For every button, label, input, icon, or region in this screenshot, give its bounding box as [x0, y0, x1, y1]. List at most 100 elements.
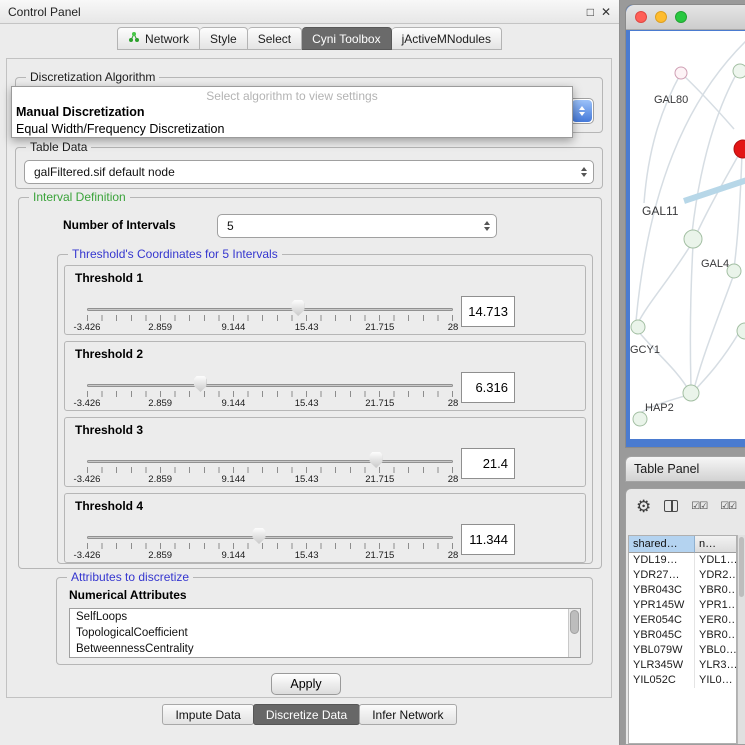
cell: YIL0…	[695, 673, 736, 688]
threshold-label: Threshold 2	[75, 347, 143, 361]
slider-ticks	[87, 315, 453, 321]
table-row[interactable]: YBL079WYBL0…	[629, 643, 736, 658]
attributes-to-discretize-group: Attributes to discretize Numerical Attri…	[56, 577, 593, 665]
table-panel-toolbar: ⚙ ☑☑ ☑☑	[626, 489, 745, 523]
threshold-2-slider[interactable]: -3.426 2.859 9.144 15.43 21.715 28	[87, 372, 453, 410]
scrollbar-thumb[interactable]	[570, 610, 579, 634]
table-data-combobox[interactable]: galFiltered.sif default node	[24, 160, 594, 184]
traffic-light-zoom-icon[interactable]	[675, 11, 687, 23]
column-header-name[interactable]: n…	[695, 536, 736, 553]
scale-label: -3.426	[74, 550, 101, 561]
node-circle[interactable]	[633, 412, 647, 426]
scrollbar-thumb[interactable]	[739, 537, 744, 597]
node-circle[interactable]	[684, 230, 702, 248]
traffic-light-close-icon[interactable]	[635, 11, 647, 23]
cell: YLR345W	[629, 658, 695, 673]
table-row[interactable]: YDR27…YDR2…	[629, 568, 736, 583]
node-circle[interactable]	[683, 385, 699, 401]
slider-track[interactable]	[87, 308, 453, 311]
list-item[interactable]: SelfLoops	[70, 609, 580, 625]
threshold-4-value-field[interactable]: 11.344	[461, 524, 515, 555]
cell: YDR27…	[629, 568, 695, 583]
table-row[interactable]: YLR345WYLR3…	[629, 658, 736, 673]
tab-cyni-toolbox[interactable]: Cyni Toolbox	[302, 27, 391, 50]
cell: YBR043C	[629, 583, 695, 598]
selected-red-node[interactable]	[734, 140, 745, 158]
slider-thumb[interactable]	[253, 528, 266, 544]
slider-track[interactable]	[87, 460, 453, 463]
node-circle[interactable]	[737, 323, 745, 339]
cell: YBR045C	[629, 628, 695, 643]
table-panel: ⚙ ☑☑ ☑☑ shared… n… YDL19…YDL1… YDR27…YDR…	[625, 488, 745, 745]
threshold-3-value-field[interactable]: 21.4	[461, 448, 515, 479]
cell: YIL052C	[629, 673, 695, 688]
table-row[interactable]: YBR043CYBR0…	[629, 583, 736, 598]
traffic-light-minimize-icon[interactable]	[655, 11, 667, 23]
column-header-shared-name[interactable]: shared…	[629, 536, 695, 553]
cell: YBR0…	[695, 628, 736, 643]
list-item[interactable]: BetweennessCentrality	[70, 641, 580, 657]
dropdown-option-equal-width-frequency[interactable]: Equal Width/Frequency Discretization	[12, 121, 572, 138]
list-item[interactable]: TopologicalCoefficient	[70, 625, 580, 641]
scale-label: 2.859	[148, 550, 172, 561]
tab-infer-network[interactable]: Infer Network	[359, 704, 456, 725]
select-columns-icon[interactable]: ☑☑	[691, 501, 707, 512]
slider-track[interactable]	[87, 384, 453, 387]
tab-impute-data[interactable]: Impute Data	[162, 704, 253, 725]
threshold-2-value-field[interactable]: 6.316	[461, 372, 515, 403]
list-scrollbar[interactable]	[568, 609, 580, 657]
cell: YDL1…	[695, 553, 736, 568]
scale-label: 21.715	[365, 474, 394, 485]
table-row[interactable]: YBR045CYBR0…	[629, 628, 736, 643]
tab-jactivemnodules[interactable]: jActiveMNodules	[392, 27, 502, 50]
dropdown-option-manual-discretization[interactable]: Manual Discretization	[12, 104, 572, 121]
group-title: Interval Definition	[29, 190, 130, 204]
group-title: Threshold's Coordinates for 5 Intervals	[68, 247, 282, 261]
slider-thumb[interactable]	[194, 376, 207, 392]
tab-select[interactable]: Select	[248, 27, 302, 50]
slider-thumb[interactable]	[292, 300, 305, 316]
scale-label: 28	[448, 398, 459, 409]
scale-label: 2.859	[148, 474, 172, 485]
slider-thumb[interactable]	[370, 452, 383, 468]
combo-stepper-icon[interactable]	[484, 221, 490, 231]
float-window-icon[interactable]: □	[587, 6, 594, 18]
tab-style[interactable]: Style	[200, 27, 248, 50]
combo-stepper-icon[interactable]	[581, 167, 587, 177]
network-canvas[interactable]: GAL80 GAL11 GAL4 GCY1 HAP2	[630, 31, 745, 439]
node-circle-pink[interactable]	[675, 67, 687, 79]
table-row[interactable]: YIL052CYIL0…	[629, 673, 736, 688]
apply-button[interactable]: Apply	[271, 673, 341, 695]
node-circle[interactable]	[631, 320, 645, 334]
cell: YPR145W	[629, 598, 695, 613]
columns-icon[interactable]	[664, 500, 678, 512]
network-icon	[128, 31, 140, 46]
node-circle[interactable]	[733, 64, 745, 78]
table-row[interactable]: YPR145WYPR1…	[629, 598, 736, 613]
slider-scale: -3.426 2.859 9.144 15.43 21.715 28	[87, 398, 453, 410]
combo-stepper-icon[interactable]	[572, 100, 592, 122]
gear-icon[interactable]: ⚙	[636, 498, 651, 515]
scale-label: 9.144	[222, 474, 246, 485]
close-icon[interactable]: ✕	[601, 6, 611, 18]
slider-ticks	[87, 543, 453, 549]
threshold-1-value-field[interactable]: 14.713	[461, 296, 515, 327]
table-scrollbar[interactable]	[737, 535, 745, 744]
numerical-attributes-list[interactable]: SelfLoops TopologicalCoefficient Between…	[69, 608, 581, 658]
slider-track[interactable]	[87, 536, 453, 539]
threshold-label: Threshold 1	[75, 271, 143, 285]
scale-label: 21.715	[365, 398, 394, 409]
table-panel-titlebar[interactable]: Table Panel	[625, 456, 745, 482]
number-of-intervals-combobox[interactable]: 5	[217, 214, 497, 238]
tab-network[interactable]: Network	[117, 27, 200, 50]
threshold-3-slider[interactable]: -3.426 2.859 9.144 15.43 21.715 28	[87, 448, 453, 486]
node-attribute-table: shared… n… YDL19…YDL1… YDR27…YDR2… YBR04…	[628, 535, 737, 744]
table-row[interactable]: YDL19…YDL1…	[629, 553, 736, 568]
table-row[interactable]: YER054CYER0…	[629, 613, 736, 628]
threshold-4-slider[interactable]: -3.426 2.859 9.144 15.43 21.715 28	[87, 524, 453, 562]
select-rows-icon[interactable]: ☑☑	[720, 501, 736, 512]
scale-label: 15.43	[295, 322, 319, 333]
cell: YPR1…	[695, 598, 736, 613]
tab-discretize-data[interactable]: Discretize Data	[253, 704, 360, 725]
threshold-1-slider[interactable]: -3.426 2.859 9.144 15.43 21.715 28	[87, 296, 453, 334]
